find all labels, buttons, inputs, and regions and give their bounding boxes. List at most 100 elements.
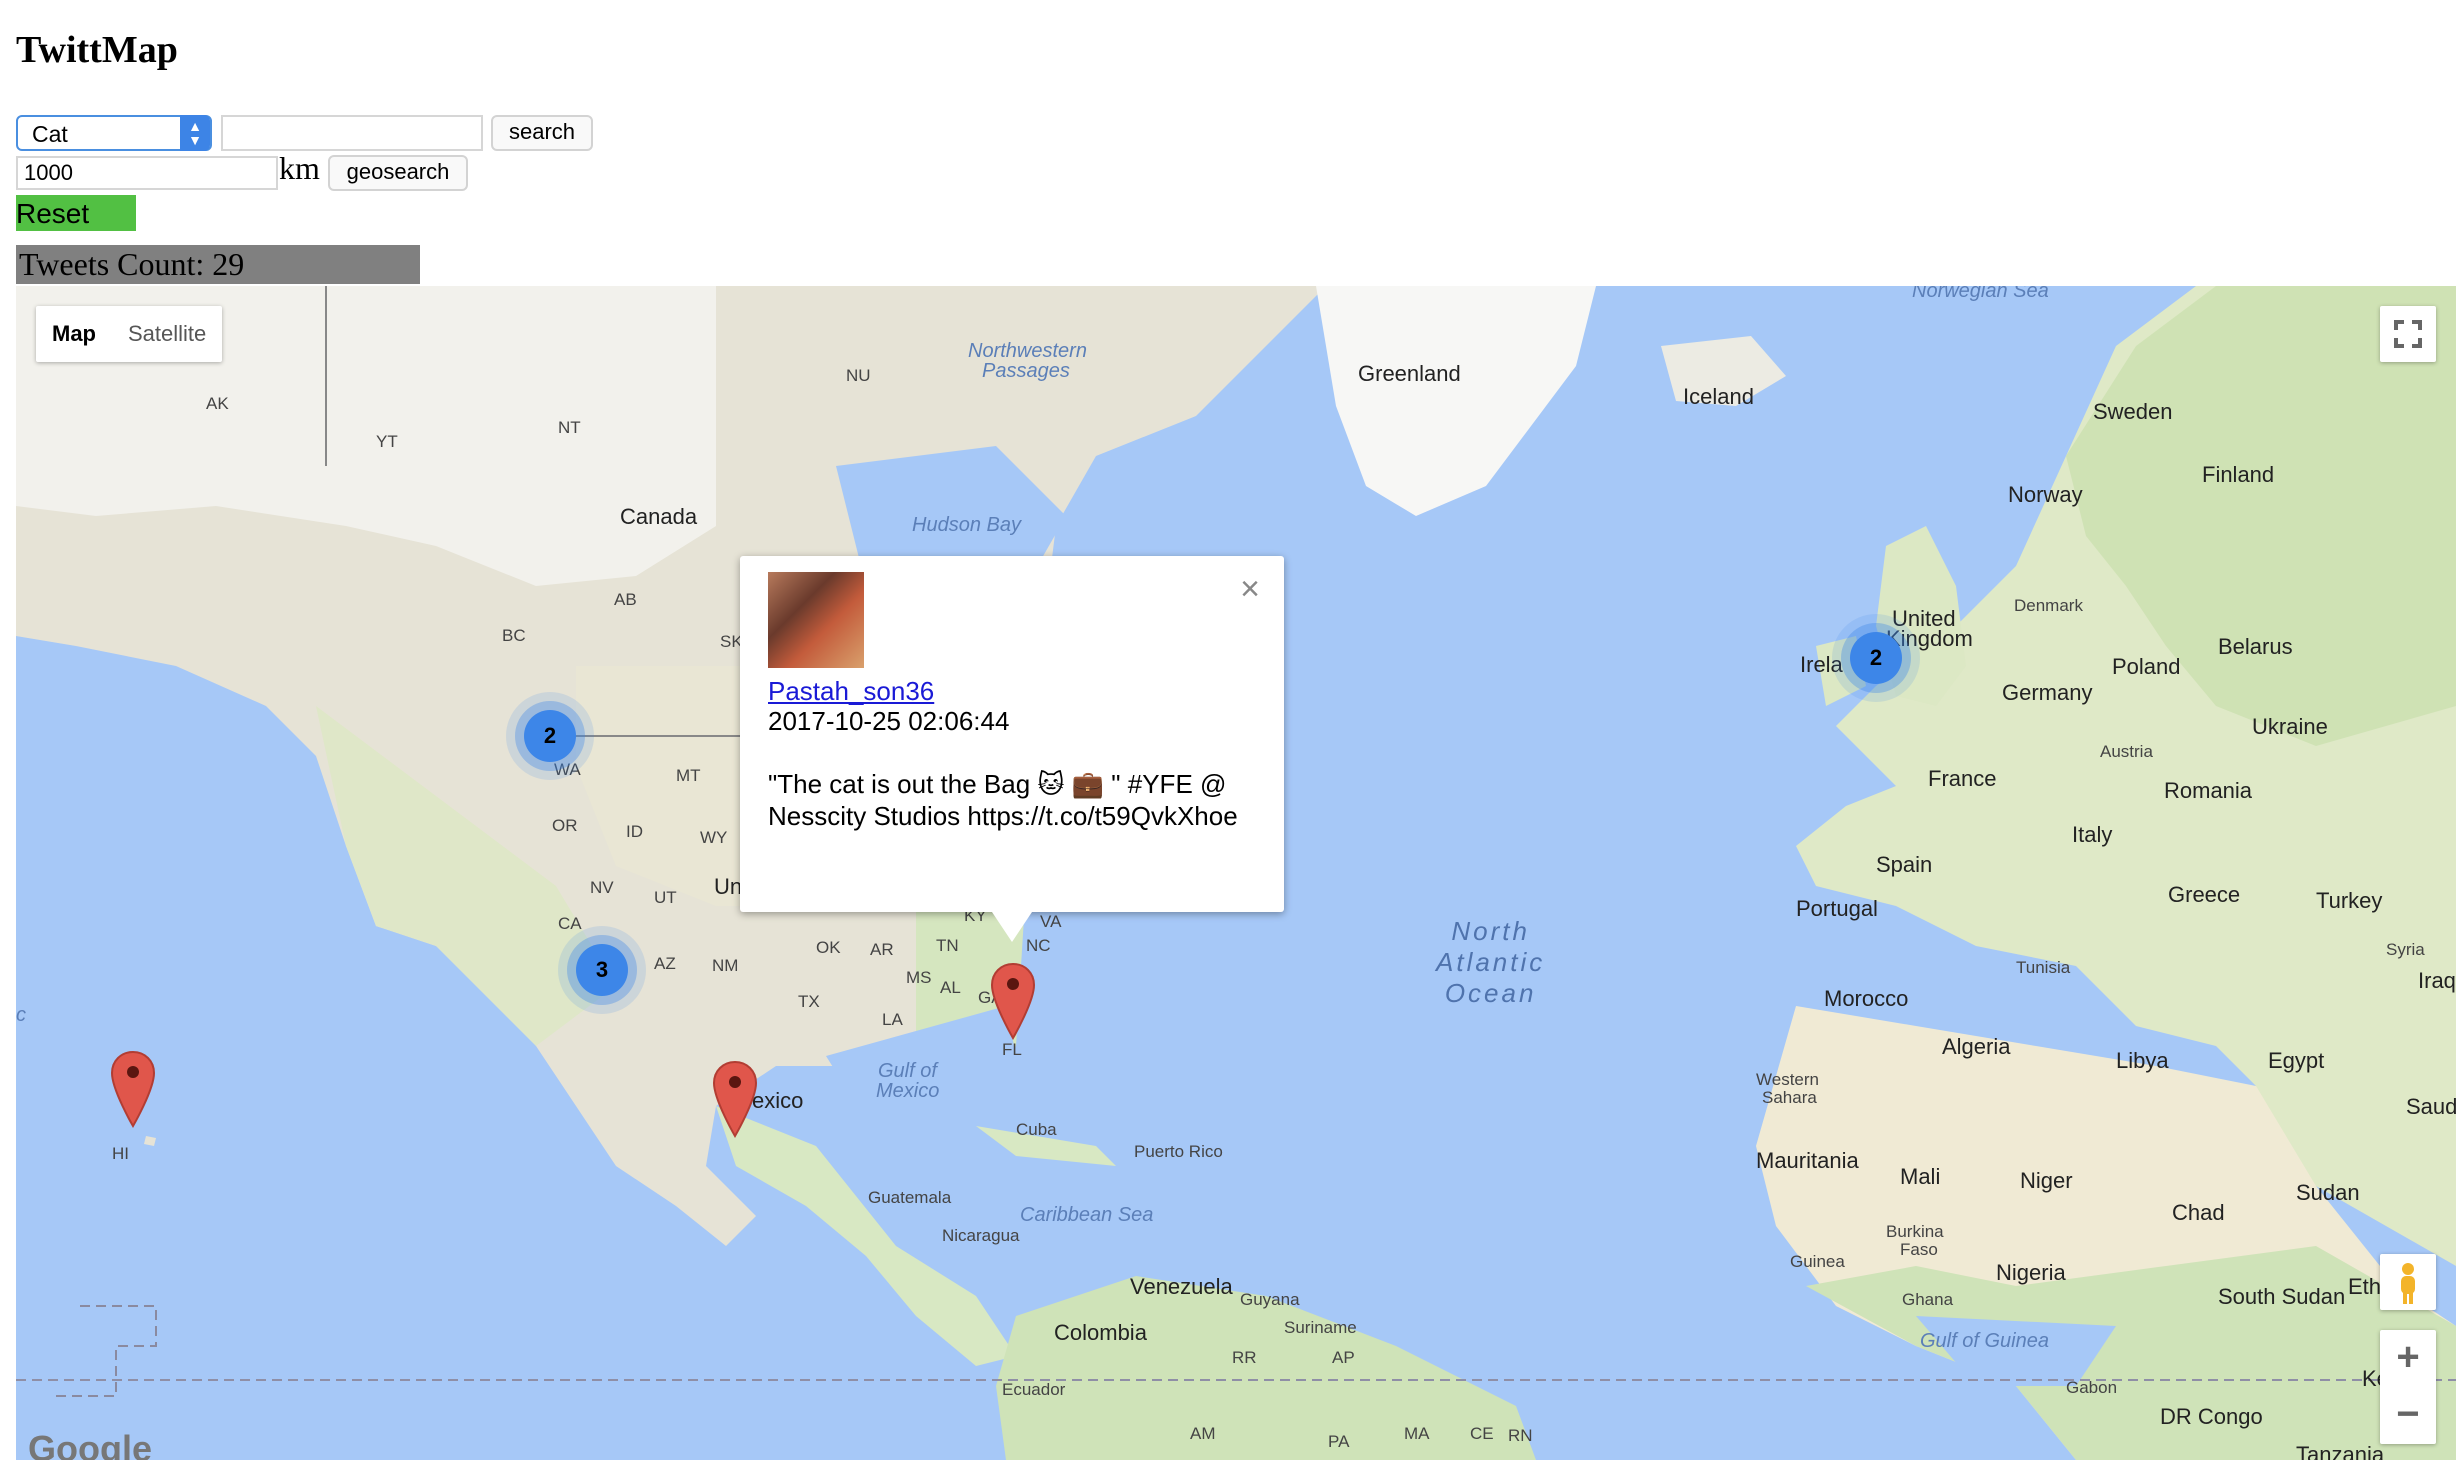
- map-label: Sahara: [1762, 1088, 1817, 1107]
- map-label: VA: [1040, 912, 1062, 931]
- map-label: Puerto Rico: [1134, 1142, 1223, 1161]
- map-label: Libya: [2116, 1048, 2169, 1073]
- map-label: Egypt: [2268, 1048, 2325, 1073]
- google-logo: Google: [28, 1428, 152, 1460]
- ocean-label: North Atlantic Ocean: [1436, 916, 1546, 1008]
- keyword-select-value: Cat: [32, 121, 68, 147]
- map-label: Suriname: [1284, 1318, 1357, 1337]
- map-label: UT: [654, 888, 677, 907]
- map-label: YT: [376, 432, 398, 451]
- map-label: Finland: [2202, 462, 2275, 487]
- map-label: Faso: [1900, 1240, 1938, 1259]
- map-label: Romania: [2164, 778, 2253, 803]
- map-label: Caribbean Sea: [1020, 1204, 1154, 1226]
- map-label: Chad: [2172, 1200, 2225, 1225]
- map-label: Italy: [2072, 822, 2113, 847]
- zoom-in-button[interactable]: +: [2380, 1330, 2436, 1387]
- close-icon[interactable]: ×: [1240, 570, 1260, 609]
- map-label: Nicaragua: [942, 1226, 1020, 1245]
- reset-button[interactable]: Reset: [16, 195, 136, 231]
- pegman-icon: [2401, 1263, 2415, 1304]
- geosearch-button[interactable]: geosearch: [328, 155, 468, 191]
- map-type-satellite-button[interactable]: Satellite: [112, 306, 222, 362]
- map-label: Denmark: [2014, 596, 2083, 615]
- map-label: TX: [798, 992, 820, 1011]
- map-label: Ecuador: [1002, 1380, 1066, 1399]
- map-label: MS: [906, 968, 932, 987]
- map-label: Venezuela: [1130, 1274, 1233, 1299]
- map-label: Saudi: [2406, 1094, 2456, 1119]
- map-label: NV: [590, 878, 614, 897]
- map-label: Irela: [1800, 652, 1843, 677]
- map-label: Mexico: [876, 1080, 940, 1102]
- map-label: Sudan: [2296, 1180, 2360, 1205]
- map-label: Germany: [2002, 680, 2093, 705]
- map-label: exico: [752, 1088, 804, 1113]
- fullscreen-button[interactable]: [2380, 306, 2436, 362]
- street-view-button[interactable]: [2380, 1254, 2436, 1310]
- map-label: Greenland: [1358, 361, 1461, 386]
- map-label: WA: [554, 760, 581, 779]
- tweet-text: "The cat is out the Bag 🐱 💼 " #YFE @ Nes…: [768, 769, 1238, 831]
- search-input[interactable]: [221, 115, 483, 151]
- map-label: Nigeria: [1996, 1260, 2066, 1285]
- map-type-map-button[interactable]: Map: [36, 306, 112, 362]
- fullscreen-icon: [2394, 320, 2422, 348]
- marker-cluster[interactable]: 2: [1850, 632, 1902, 684]
- map-label: Tanzania: [2296, 1442, 2385, 1460]
- map-label: WY: [700, 828, 728, 847]
- map-label: Western: [1756, 1070, 1819, 1089]
- map-label: Guatemala: [868, 1188, 952, 1207]
- map-label: Greece: [2168, 882, 2241, 907]
- map-label: RN: [1508, 1426, 1533, 1445]
- map-label: BC: [502, 626, 526, 645]
- map-label: AK: [206, 394, 229, 413]
- map-label: TN: [936, 936, 959, 955]
- info-window-tail: [992, 912, 1032, 942]
- map-label: Norwegian Sea: [1912, 286, 2049, 302]
- map-label: FL: [1002, 1040, 1022, 1059]
- map-label: PA: [1328, 1432, 1350, 1451]
- tweet-username-link[interactable]: Pastah_son36: [768, 676, 934, 707]
- map-label: NM: [712, 956, 739, 975]
- tweet-marker-pin-icon[interactable]: [712, 1060, 758, 1138]
- map-label: AL: [940, 978, 961, 997]
- map-label: Sweden: [2093, 399, 2173, 424]
- map-label: NT: [558, 418, 581, 437]
- marker-cluster[interactable]: 3: [576, 944, 628, 996]
- map-label: AP: [1332, 1348, 1355, 1367]
- map-label: AZ: [654, 954, 676, 973]
- zoom-out-button[interactable]: −: [2380, 1387, 2436, 1444]
- map-label: c: [16, 1004, 26, 1026]
- map-label: Mali: [1900, 1164, 1941, 1189]
- map-label: Canada: [620, 504, 698, 529]
- tweet-marker-pin-icon[interactable]: [990, 962, 1036, 1040]
- map-label: Turkey: [2316, 888, 2383, 913]
- tweet-marker-pin-icon[interactable]: [110, 1050, 156, 1128]
- zoom-control[interactable]: + −: [2380, 1330, 2436, 1444]
- search-button[interactable]: search: [491, 115, 593, 151]
- map-label: Hudson Bay: [912, 514, 1021, 536]
- map-label: Mauritania: [1756, 1148, 1859, 1173]
- map-label: Austria: [2100, 742, 2153, 761]
- map-label: MA: [1404, 1424, 1430, 1443]
- map-canvas[interactable]: Map Satellite Greenland Iceland Sweden F…: [16, 286, 2456, 1460]
- map-label: Tunisia: [2016, 958, 2071, 977]
- marker-cluster[interactable]: 2: [524, 710, 576, 762]
- map-label: AR: [870, 940, 894, 959]
- user-avatar: [768, 572, 864, 668]
- tweet-timestamp: 2017-10-25 02:06:44: [768, 706, 1010, 736]
- map-label: CE: [1470, 1424, 1494, 1443]
- map-label: Un: [714, 874, 743, 899]
- tweets-count: Tweets Count: 29: [16, 245, 420, 284]
- map-label: Belarus: [2218, 634, 2293, 659]
- select-arrows-icon: ▲ ▼: [180, 115, 210, 151]
- tweet-info-window: × Pastah_son36 2017-10-25 02:06:44 "The …: [740, 556, 1284, 942]
- map-label: OR: [552, 816, 578, 835]
- radius-unit-label: km: [279, 150, 320, 186]
- map-label: Guyana: [1240, 1290, 1300, 1309]
- keyword-select[interactable]: Cat ▲ ▼: [16, 115, 212, 151]
- radius-input[interactable]: 1000: [16, 156, 278, 190]
- map-label: Spain: [1876, 852, 1933, 877]
- map-type-toggle[interactable]: Map Satellite: [36, 306, 223, 362]
